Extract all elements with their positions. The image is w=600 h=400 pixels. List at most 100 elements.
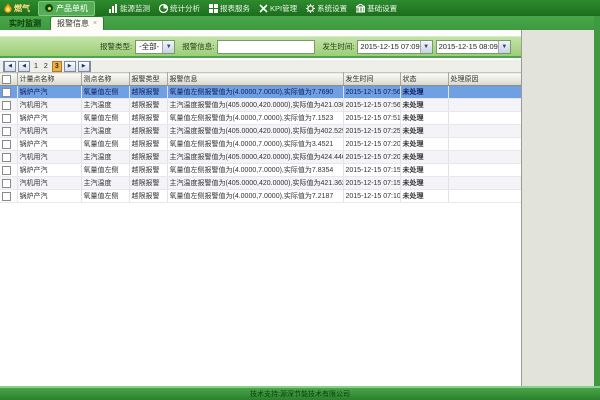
cell-reason — [448, 99, 521, 112]
table-row[interactable]: 汽机用汽主汽温度越限报警主汽温度报警值为(405.0000,420.0000),… — [0, 125, 521, 138]
cell-point: 汽机用汽 — [17, 177, 81, 190]
col-message[interactable]: 报警信息 — [167, 73, 343, 86]
select-all-checkbox[interactable] — [2, 75, 11, 84]
cell-status: 未处理 — [400, 164, 448, 177]
cell-type: 越限报警 — [129, 86, 167, 99]
cell-message: 主汽温度报警值为(405.0000,420.0000),实际值为421.0308 — [167, 99, 343, 112]
main-menu: 能源监测 统计分析 报表服务 KPI管理 — [109, 3, 397, 14]
cell-status: 未处理 — [400, 190, 448, 203]
menu-statistics[interactable]: 统计分析 — [159, 3, 200, 14]
cell-message: 氧量值左侧报警值为(4.0000,7.0000),实际值为7.2187 — [167, 190, 343, 203]
cell-sensor: 主汽温度 — [81, 177, 129, 190]
building-icon — [356, 4, 365, 13]
row-checkbox[interactable] — [2, 179, 11, 188]
alarm-type-value: -全部- — [139, 41, 159, 52]
logo-label: 燃气 — [14, 3, 30, 14]
last-page-button[interactable]: ▶ — [78, 61, 91, 72]
col-reason[interactable]: 处理原因 — [448, 73, 521, 86]
row-checkbox[interactable] — [2, 114, 11, 123]
table-row[interactable]: 锅炉产汽氧量值左侧越限报警氧量值左侧报警值为(4.0000,7.0000),实际… — [0, 190, 521, 203]
row-checkbox[interactable] — [2, 140, 11, 149]
alarm-type-select[interactable]: -全部- ▼ — [135, 40, 175, 54]
page-number-3[interactable]: 3 — [52, 61, 62, 72]
prev-page-button[interactable]: ◀ — [18, 61, 30, 72]
grid-icon — [209, 4, 218, 13]
menu-label: 系统设置 — [317, 3, 347, 14]
tab-alarm-info[interactable]: 报警信息 × — [50, 16, 104, 30]
cell-status: 未处理 — [400, 138, 448, 151]
next-page-button[interactable]: ▶ — [64, 61, 76, 72]
cell-message: 氧量值左侧报警值为(4.0000,7.0000),实际值为7.1523 — [167, 112, 343, 125]
cell-sensor: 氧量值左侧 — [81, 190, 129, 203]
table-row[interactable]: 锅炉产汽氧量值左侧越限报警氧量值左侧报警值为(4.0000,7.0000),实际… — [0, 138, 521, 151]
cell-time: 2015-12-15 07:15:09 — [343, 177, 400, 190]
col-point[interactable]: 计量点名称 — [17, 73, 81, 86]
row-checkbox[interactable] — [2, 127, 11, 136]
pie-chart-icon — [159, 4, 168, 13]
table-row[interactable]: 锅炉产汽氧量值左侧越限报警氧量值左侧报警值为(4.0000,7.0000),实际… — [0, 112, 521, 125]
cell-reason — [448, 177, 521, 190]
time-to-value: 2015-12-15 08:09 — [439, 42, 498, 51]
cell-time: 2015-12-15 07:20:22 — [343, 151, 400, 164]
product-mode-button[interactable]: 产品单机 — [38, 1, 95, 16]
cell-time: 2015-12-15 07:20:27 — [343, 138, 400, 151]
table-row[interactable]: 锅炉产汽氧量值左侧越限报警氧量值左侧报警值为(4.0000,7.0000),实际… — [0, 86, 521, 99]
cell-type: 越限报警 — [129, 112, 167, 125]
cell-sensor: 氧量值左侧 — [81, 112, 129, 125]
close-icon[interactable]: × — [93, 20, 97, 27]
cell-point: 汽机用汽 — [17, 151, 81, 164]
footer-text: 技术支持:源深节能技术有限公司 — [250, 389, 350, 399]
chevron-down-icon[interactable]: ▼ — [420, 41, 432, 53]
alarm-info-input[interactable] — [217, 40, 315, 54]
table-row[interactable]: 汽机用汽主汽温度越限报警主汽温度报警值为(405.0000,420.0000),… — [0, 99, 521, 112]
tab-strip: 实时监测 报警信息 × — [0, 16, 600, 30]
row-checkbox[interactable] — [2, 192, 11, 201]
menu-label: 统计分析 — [170, 3, 200, 14]
app-footer: 技术支持:源深节能技术有限公司 — [0, 386, 600, 400]
product-label: 产品单机 — [56, 3, 88, 14]
prev-page-icon: ◀ — [22, 63, 26, 69]
time-to-picker[interactable]: 2015-12-15 08:09 ▼ — [436, 40, 511, 54]
select-all-header[interactable] — [0, 73, 17, 86]
page-number-1[interactable]: 1 — [32, 63, 40, 70]
cell-point: 锅炉产汽 — [17, 112, 81, 125]
menu-label: 基础设置 — [367, 3, 397, 14]
cell-time: 2015-12-15 07:51:45 — [343, 112, 400, 125]
table-row[interactable]: 汽机用汽主汽温度越限报警主汽温度报警值为(405.0000,420.0000),… — [0, 151, 521, 164]
row-checkbox[interactable] — [2, 166, 11, 175]
chevron-down-icon[interactable]: ▼ — [498, 41, 510, 53]
menu-label: 报表服务 — [220, 3, 250, 14]
cell-type: 越限报警 — [129, 125, 167, 138]
app-logo: 燃气 — [0, 3, 34, 14]
gear-icon — [306, 4, 315, 13]
page-number-2[interactable]: 2 — [42, 63, 50, 70]
menu-kpi-manage[interactable]: KPI管理 — [259, 3, 297, 14]
chevron-down-icon[interactable]: ▼ — [162, 41, 174, 53]
cell-status: 未处理 — [400, 112, 448, 125]
cell-type: 越限报警 — [129, 177, 167, 190]
first-page-button[interactable]: ◀ — [3, 61, 16, 72]
cell-status: 未处理 — [400, 177, 448, 190]
row-checkbox[interactable] — [2, 153, 11, 162]
col-status[interactable]: 状态 — [400, 73, 448, 86]
cell-message: 主汽温度报警值为(405.0000,420.0000),实际值为421.3625 — [167, 177, 343, 190]
row-checkbox[interactable] — [2, 101, 11, 110]
tab-realtime-monitor[interactable]: 实时监测 — [3, 17, 47, 30]
cell-message: 氧量值左侧报警值为(4.0000,7.0000),实际值为7.7690 — [167, 86, 343, 99]
table-row[interactable]: 汽机用汽主汽温度越限报警主汽温度报警值为(405.0000,420.0000),… — [0, 177, 521, 190]
menu-basic-settings[interactable]: 基础设置 — [356, 3, 397, 14]
menu-report-service[interactable]: 报表服务 — [209, 3, 250, 14]
col-time[interactable]: 发生时间 — [343, 73, 400, 86]
flame-icon — [4, 3, 12, 13]
cell-type: 越限报警 — [129, 99, 167, 112]
time-label: 发生时间: — [322, 41, 354, 52]
col-sensor[interactable]: 测点名称 — [81, 73, 129, 86]
col-type[interactable]: 报警类型 — [129, 73, 167, 86]
menu-energy-monitor[interactable]: 能源监测 — [109, 3, 150, 14]
table-row[interactable]: 锅炉产汽氧量值左侧越限报警氧量值左侧报警值为(4.0000,7.0000),实际… — [0, 164, 521, 177]
right-side-panel — [521, 30, 595, 386]
row-checkbox[interactable] — [2, 88, 11, 97]
menu-system-settings[interactable]: 系统设置 — [306, 3, 347, 14]
time-from-picker[interactable]: 2015-12-15 07:09 ▼ — [357, 40, 432, 54]
cell-type: 越限报警 — [129, 138, 167, 151]
